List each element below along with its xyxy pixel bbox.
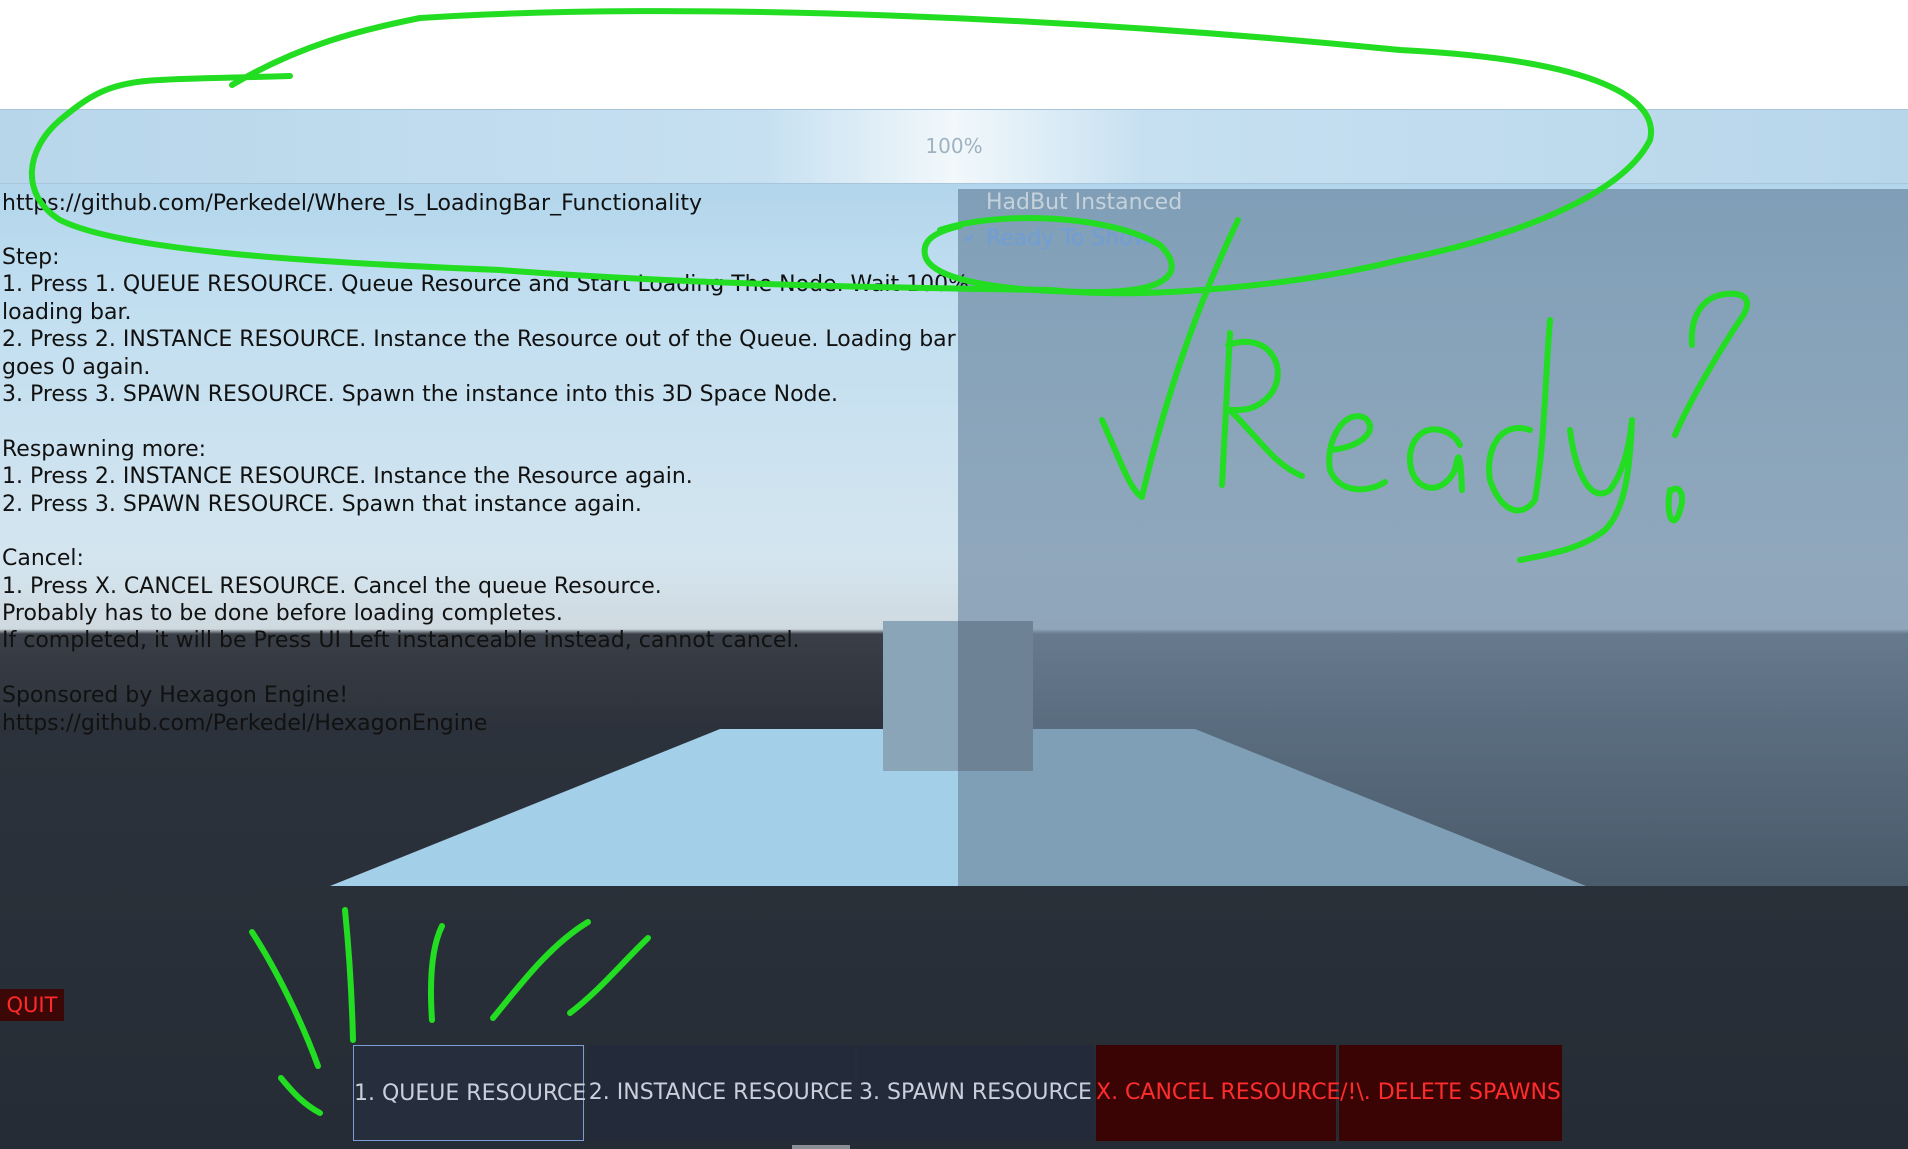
instruction-line: Cancel: [2,546,84,572]
loading-percent-label: 100% [925,134,983,158]
checkmark-icon: ✔ [964,231,976,247]
repo-url-text: https://github.com/Perkedel/Where_Is_Loa… [2,191,703,216]
instruction-line: 3. Press 3. SPAWN RESOURCE. Spawn the in… [2,381,839,407]
instruction-line: Sponsored by Hexagon Engine! [2,683,349,709]
instruction-line: 1. Press X. CANCEL RESOURCE. Cancel the … [2,573,662,599]
instruction-line: loading bar. [2,299,132,325]
instruction-line: 1. Press 2. INSTANCE RESOURCE. Instance … [2,464,693,490]
bottom-handle [792,1145,850,1149]
instanced-label: HadBut Instanced [986,190,1183,215]
instruction-line: Step: [2,245,60,270]
instructions-text: Step: 1. Press 1. QUEUE RESOURCE. Queue R… [2,244,970,737]
loading-progress-bar: 100% [0,109,1908,184]
instruction-line: 1. Press 1. QUEUE RESOURCE. Queue Resour… [2,272,970,298]
quit-button[interactable]: QUIT [0,989,64,1021]
instruction-line [2,655,932,682]
instruction-line: https://github.com/Perkedel/HexagonEngin… [2,710,488,736]
delete-spawns-button[interactable]: /!\. DELETE SPAWNS [1339,1045,1562,1141]
instruction-line: 2. Press 3. SPAWN RESOURCE. Spawn that i… [2,491,642,517]
instruction-line [2,408,932,435]
instruction-line: 2. Press 2. INSTANCE RESOURCE. Instance … [2,327,956,353]
checkbox-unchecked-icon [962,195,978,211]
ready-checkbox[interactable]: ✔ Ready To Show [962,224,1151,254]
instruction-line: Respawning more: [2,436,207,462]
spawn-resource-button[interactable]: 3. SPAWN RESOURCE [857,1045,1094,1141]
cancel-resource-button[interactable]: X. CANCEL RESOURCE [1096,1045,1340,1141]
queue-resource-button[interactable]: 1. QUEUE RESOURCE [353,1045,586,1141]
app-window: 100% https://github.com/Perkedel/Where_I… [0,0,1908,1149]
instruction-line: goes 0 again. [2,354,151,380]
cube-shaded-face [958,621,1033,771]
instruction-line [2,518,932,545]
instanced-checkbox[interactable]: HadBut Instanced [962,188,1182,218]
instanced-half-overlay [958,189,1908,886]
top-margin [0,0,1908,109]
instruction-line: If completed, it will be Press UI Left i… [2,628,800,654]
ready-label: Ready To Show [986,226,1151,251]
instance-resource-button[interactable]: 2. INSTANCE RESOURCE [587,1045,855,1141]
instruction-line: Probably has to be done before loading c… [2,601,563,627]
